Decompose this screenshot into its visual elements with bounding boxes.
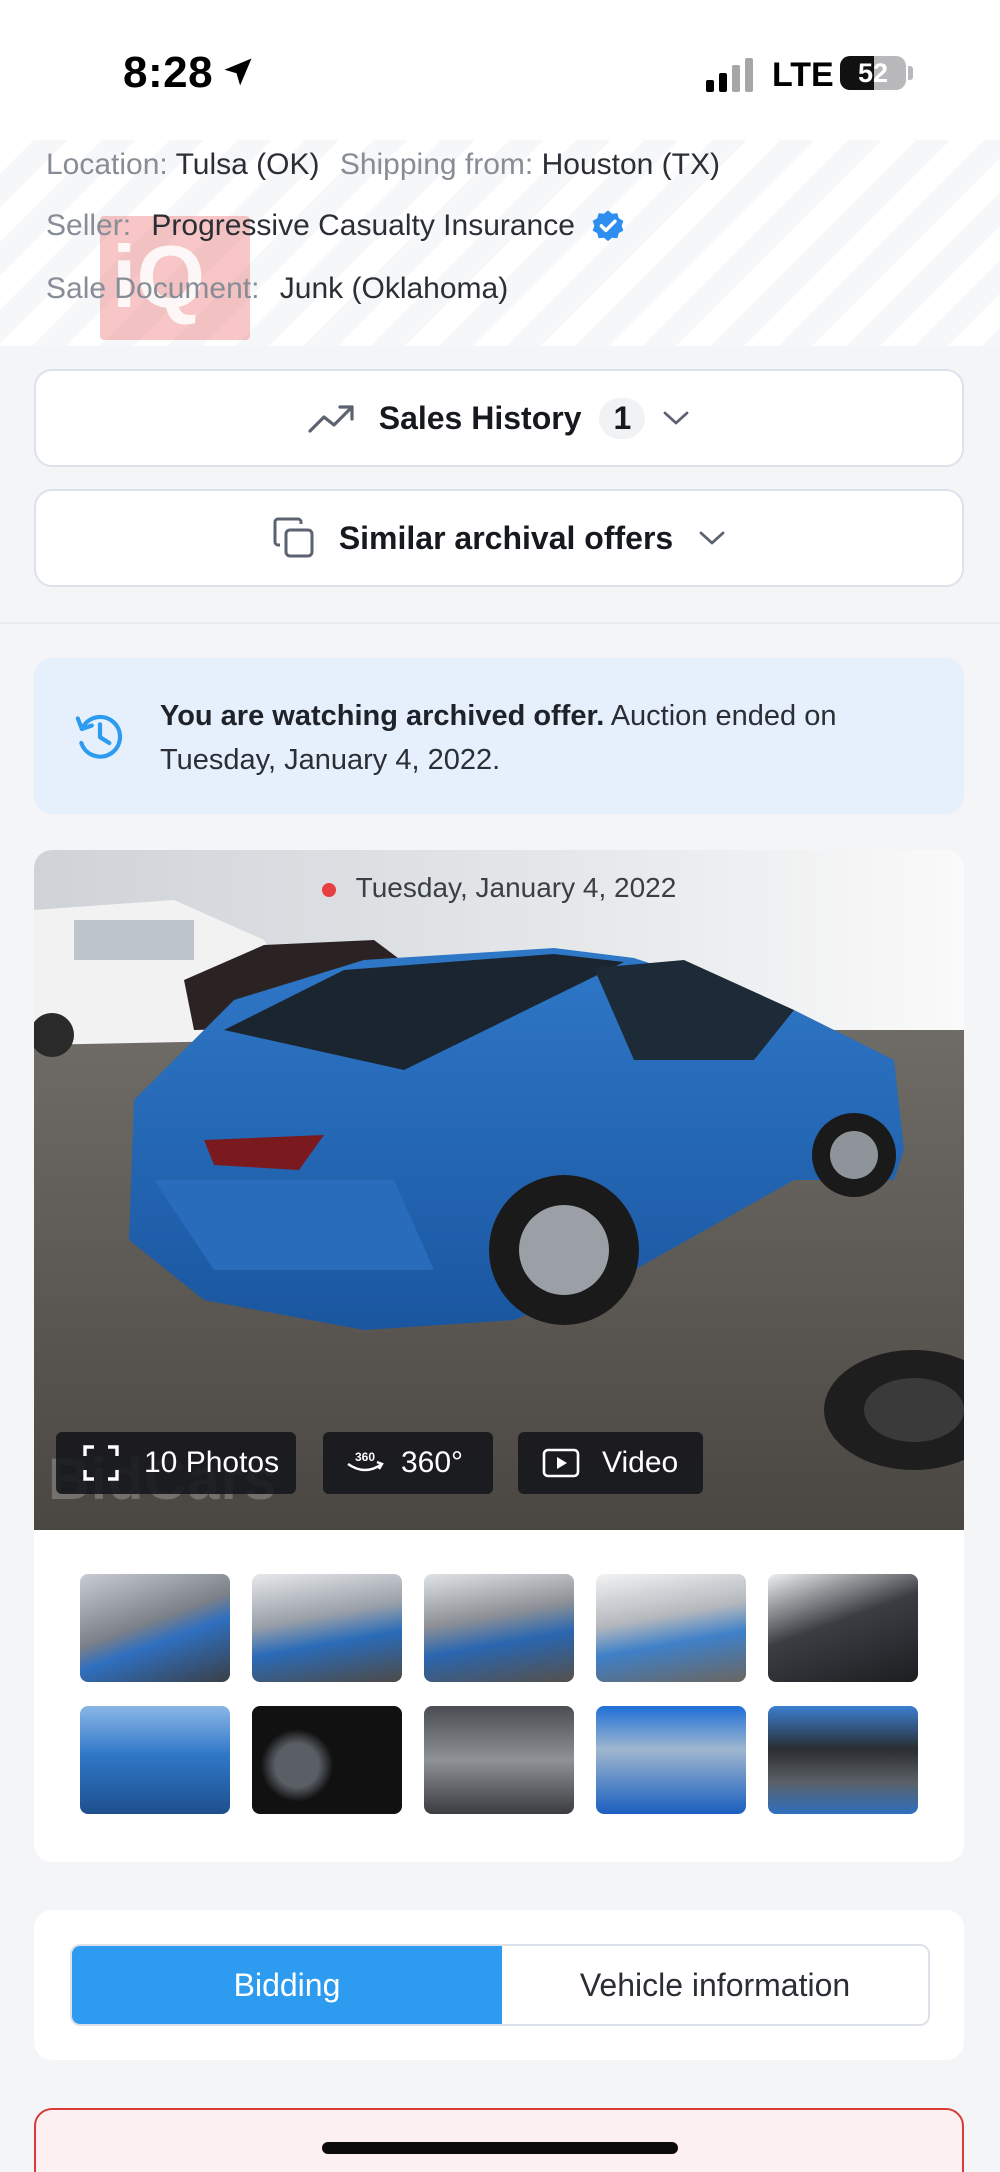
view-360-label: 360° xyxy=(401,1446,464,1479)
thumbnail[interactable] xyxy=(252,1706,402,1814)
vehicle-photo xyxy=(34,850,964,1530)
battery-tip xyxy=(908,66,913,80)
signal-icon xyxy=(706,56,754,92)
location-label: Location: xyxy=(46,148,168,181)
battery-icon: 52 xyxy=(840,56,906,90)
alert-card xyxy=(34,2108,964,2172)
fullscreen-icon xyxy=(83,1445,119,1481)
chevron-down-icon xyxy=(663,411,689,425)
details-tabs: Bidding Vehicle information xyxy=(70,1944,930,2026)
sales-history-label: Sales History xyxy=(378,399,582,436)
thumbnail[interactable] xyxy=(424,1574,574,1682)
tab-bidding[interactable]: Bidding xyxy=(72,1946,502,2024)
tab-vehicle-information[interactable]: Vehicle information xyxy=(502,1946,928,2024)
video-label: Video xyxy=(602,1446,679,1479)
thumbnail[interactable] xyxy=(424,1706,574,1814)
copy-icon xyxy=(273,517,314,558)
shipping-label: Shipping from: xyxy=(339,148,534,181)
battery-level: 52 xyxy=(857,58,889,88)
auction-date: Tuesday, January 4, 2022 xyxy=(355,872,677,903)
thumbnail[interactable] xyxy=(768,1706,918,1814)
thumbnail[interactable] xyxy=(80,1574,230,1682)
seller-label: Seller: xyxy=(46,208,132,242)
thumbnail[interactable] xyxy=(596,1574,746,1682)
sale-document-value: Junk (Oklahoma) xyxy=(279,272,509,305)
status-time: 8:28 xyxy=(123,48,214,97)
network-type: LTE xyxy=(772,56,834,94)
similar-offers-toggle[interactable]: Similar archival offers xyxy=(34,489,964,587)
photo-gallery: Tuesday, January 4, 2022 BidCars 10 Phot… xyxy=(34,850,964,1862)
rotate-360-icon: 360 xyxy=(347,1450,384,1472)
sale-document-label: Sale Document: xyxy=(46,272,260,305)
auction-date-badge: Tuesday, January 4, 2022 xyxy=(34,872,964,904)
photos-count: 10 Photos xyxy=(144,1446,280,1479)
section-divider xyxy=(0,622,1000,624)
archived-offer-text: You are watching archived offer. Auction… xyxy=(160,694,920,782)
archived-offer-notice: You are watching archived offer. Auction… xyxy=(34,658,964,814)
shipping-value: Houston (TX) xyxy=(541,148,720,181)
sale-document-row: Sale Document: Junk (Oklahoma) xyxy=(46,272,508,306)
details-tabs-card: Bidding Vehicle information xyxy=(34,1910,964,2060)
location-row: Location: Tulsa (OK) Shipping from: Hous… xyxy=(46,148,720,182)
video-button[interactable]: Video xyxy=(518,1432,703,1494)
play-video-icon xyxy=(542,1448,580,1478)
history-icon xyxy=(75,714,123,759)
archived-offer-bold: You are watching archived offer. xyxy=(160,700,605,732)
verified-badge-icon xyxy=(592,210,624,242)
rotate-360-badge: 360 xyxy=(355,1450,375,1464)
photos-button[interactable]: 10 Photos xyxy=(56,1432,296,1494)
thumbnail[interactable] xyxy=(596,1706,746,1814)
seller-row: Seller: Progressive Casualty Insurance xyxy=(46,208,627,246)
location-arrow-icon xyxy=(224,58,252,86)
thumbnail[interactable] xyxy=(80,1706,230,1814)
thumbnail[interactable] xyxy=(768,1574,918,1682)
main-vehicle-photo[interactable]: Tuesday, January 4, 2022 BidCars 10 Phot… xyxy=(34,850,964,1530)
thumbnail[interactable] xyxy=(252,1574,402,1682)
view-360-button[interactable]: 360 360° xyxy=(323,1432,493,1494)
sales-history-count: 1 xyxy=(599,397,646,439)
chevron-down-icon xyxy=(699,531,725,545)
status-bar: 8:28 LTE 52 xyxy=(0,0,1000,140)
home-indicator[interactable] xyxy=(322,2142,678,2154)
live-dot-icon xyxy=(321,882,336,897)
trend-up-icon xyxy=(308,405,354,433)
location-value: Tulsa (OK) xyxy=(175,148,320,181)
sales-history-toggle[interactable]: Sales History 1 xyxy=(34,369,964,467)
seller-value[interactable]: Progressive Casualty Insurance xyxy=(151,209,575,242)
similar-offers-label: Similar archival offers xyxy=(338,519,674,556)
